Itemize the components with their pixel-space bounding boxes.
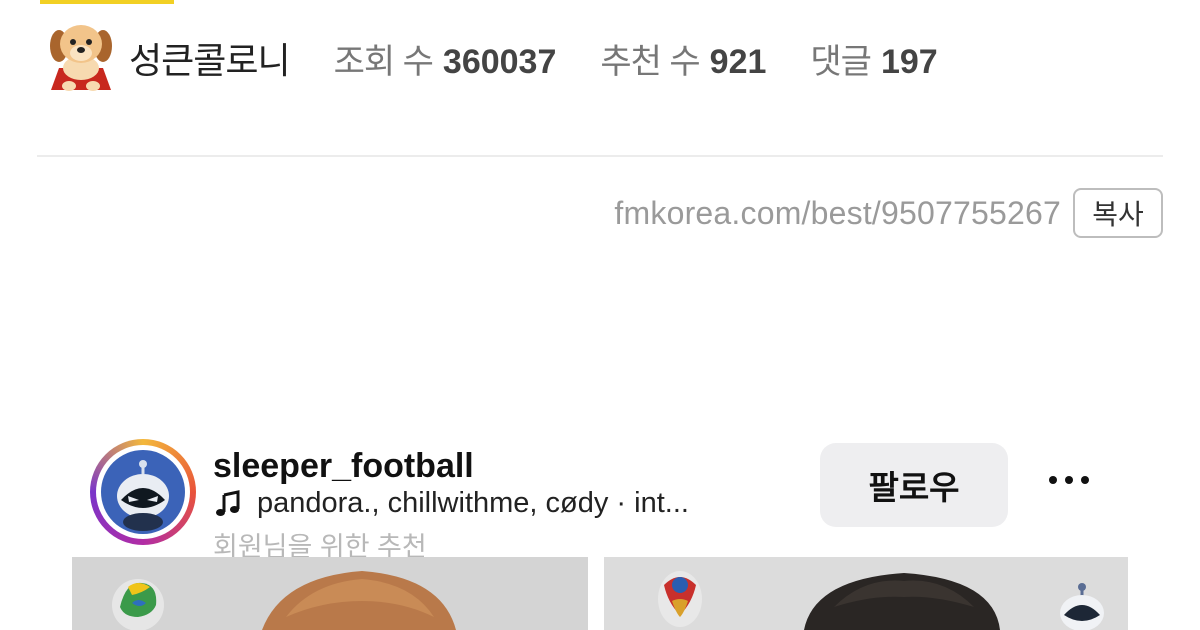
comments-stat: 댓글 197 [810,34,937,83]
post-url[interactable]: fmkorea.com/best/9507755267 [614,195,1061,232]
views-count: 360037 [442,42,557,81]
url-row: fmkorea.com/best/9507755267 복사 [614,188,1163,238]
upvotes-stat: 추천 수 921 [600,34,766,83]
views-stat: 조회 수 360037 [334,34,557,83]
worldcup-2018-logo-icon [604,557,1128,630]
views-label: 조회 수 [333,42,434,81]
more-horizontal-icon[interactable] [1045,469,1093,491]
upvotes-label: 추천 수 [600,42,700,81]
puppy-avatar-icon[interactable] [45,22,117,94]
music-text: pandora., chillwithme, cødy · int... [257,487,689,519]
post-username[interactable]: sleeper_football [213,447,474,486]
story-ring[interactable] [90,439,196,545]
comments-label: 댓글 [810,42,872,81]
profile-avatar-icon [101,450,185,534]
upvotes-count: 921 [709,42,767,81]
post-image-left[interactable] [72,557,588,630]
accent-tab [40,0,174,4]
music-row[interactable]: pandora., chillwithme, cødy · int... [213,487,689,520]
author-name[interactable]: 성큰콜로니 [129,32,291,84]
follow-button[interactable]: 팔로우 [820,443,1008,527]
copy-url-button[interactable]: 복사 [1073,188,1163,238]
header-divider [37,155,1163,157]
post-image-right[interactable] [604,557,1128,630]
author-row: 성큰콜로니 조회 수 360037 추천 수 921 댓글 197 [45,22,938,94]
music-note-icon [216,489,240,516]
comments-count: 197 [880,42,938,81]
worldcup-2014-logo-icon [72,557,588,630]
